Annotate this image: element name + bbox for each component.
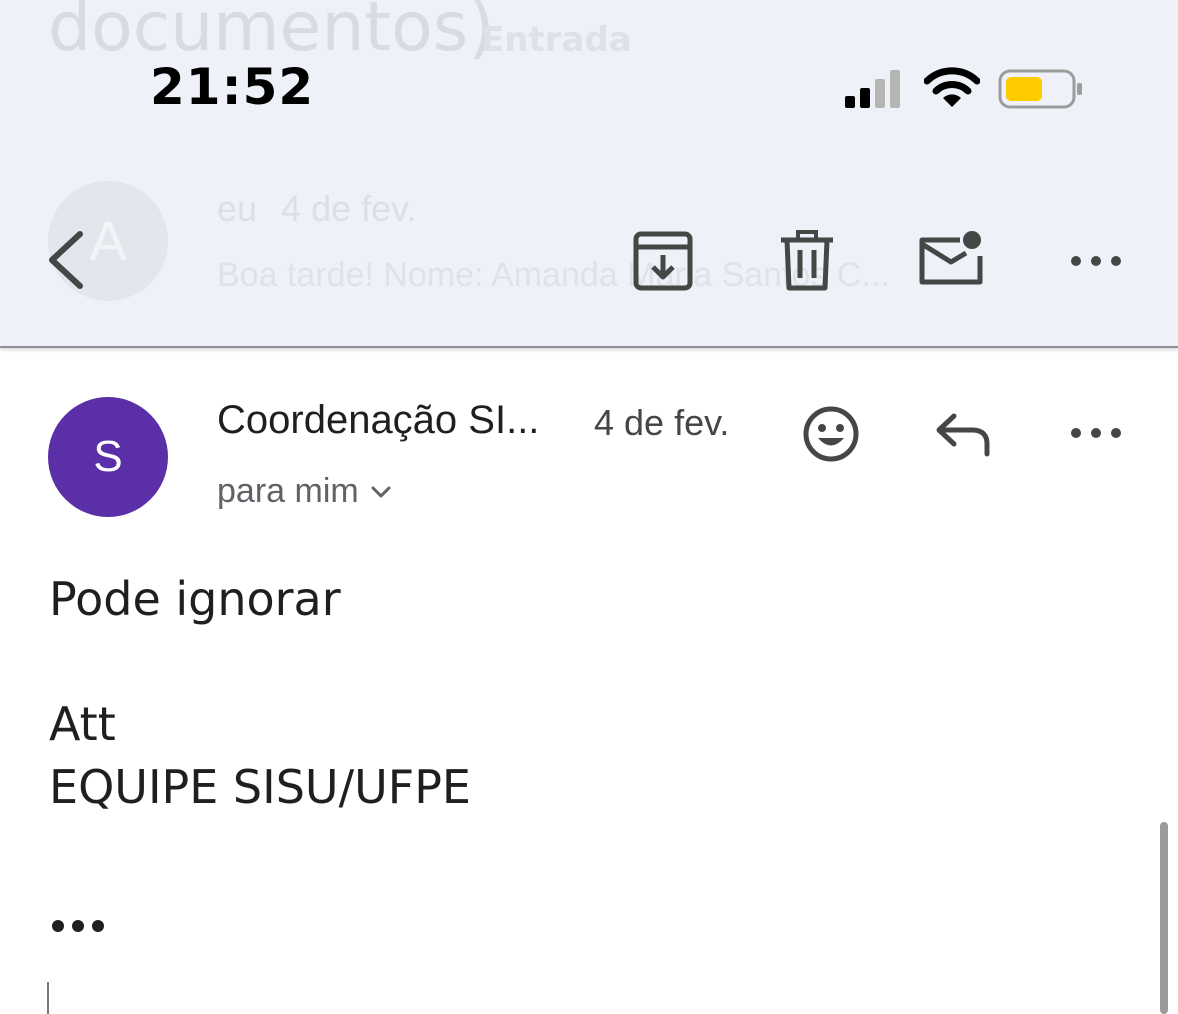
reply-icon[interactable]	[934, 410, 992, 458]
message-body-line: Pode ignorar	[49, 572, 341, 626]
more-options-icon[interactable]	[1066, 248, 1126, 274]
scrollbar[interactable]	[1160, 822, 1168, 1014]
mark-unread-icon[interactable]	[916, 228, 988, 290]
message-date: 4 de fev.	[594, 402, 730, 443]
chevron-down-icon	[371, 486, 391, 498]
sender-avatar[interactable]: S	[48, 397, 168, 517]
emoji-icon[interactable]	[802, 405, 860, 463]
quote-divider	[47, 982, 49, 1014]
recipient-details[interactable]: para mim	[217, 472, 391, 511]
back-icon[interactable]	[40, 228, 92, 292]
sender-name[interactable]: Coordenação SI...	[217, 398, 539, 443]
battery-icon	[998, 69, 1082, 109]
message-signature-line: Att	[49, 697, 116, 751]
recipient-label: para mim	[217, 472, 359, 510]
wifi-icon	[924, 67, 980, 107]
show-trimmed-content-button[interactable]	[52, 920, 104, 932]
trash-icon[interactable]	[778, 230, 836, 292]
inbox-label-scrolled: Entrada	[481, 20, 632, 60]
previous-message-from: eu 4 de fev.	[217, 188, 416, 230]
top-app-bar: documentos) Entrada 21:52 A eu 4 de fev. …	[0, 0, 1178, 348]
previous-message-date: 4 de fev.	[281, 188, 417, 229]
message-more-icon[interactable]	[1066, 420, 1126, 446]
status-time: 21:52	[150, 58, 315, 116]
previous-sender-name: eu	[217, 188, 258, 229]
subject-title-scrolled: documentos)	[48, 0, 495, 67]
dot-icon	[92, 920, 104, 932]
dot-icon	[72, 920, 84, 932]
archive-icon[interactable]	[632, 230, 694, 292]
dot-icon	[52, 920, 64, 932]
message-signature-team: EQUIPE SISU/UFPE	[49, 760, 471, 814]
cellular-signal-icon	[845, 70, 900, 108]
battery-level	[1006, 77, 1042, 101]
